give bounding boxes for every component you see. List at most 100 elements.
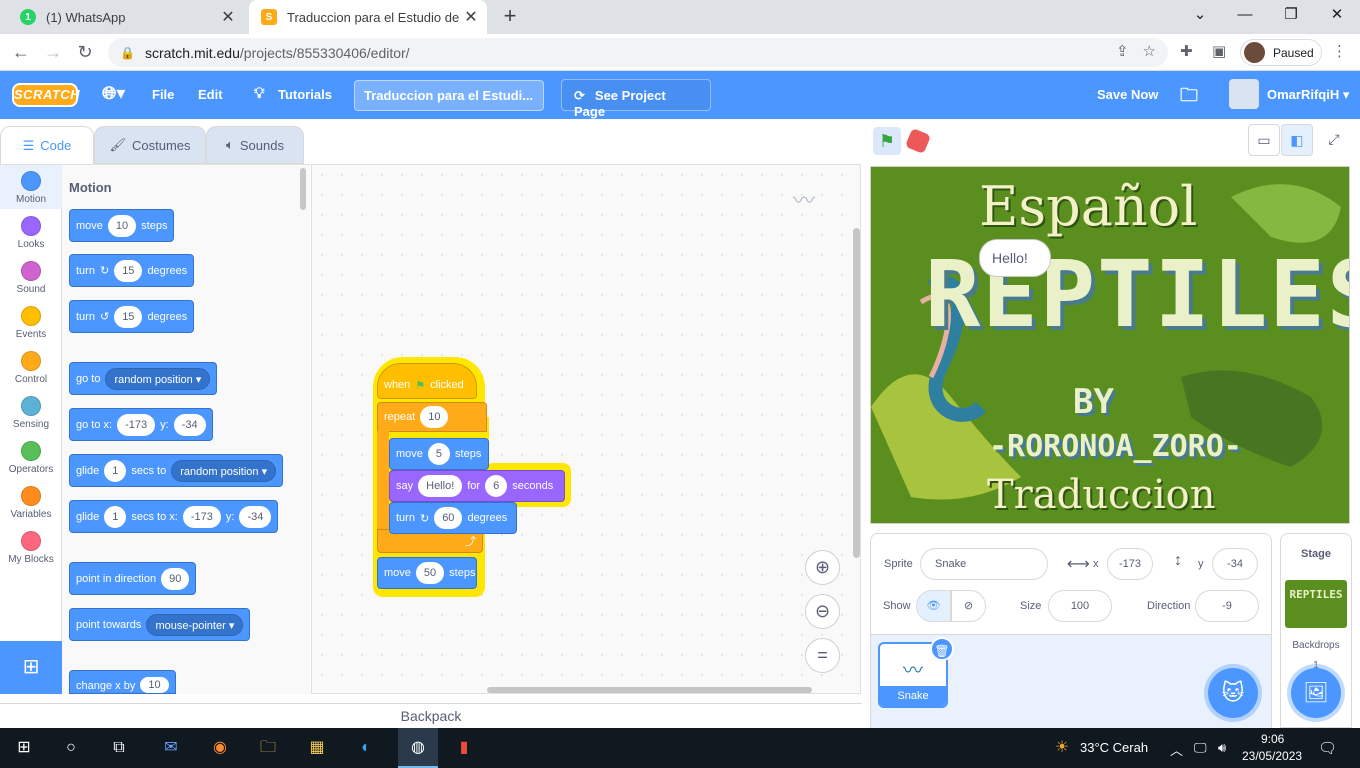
block-go-to-xy[interactable]: go to x: -173 y: -34 — [69, 408, 213, 441]
forward-button[interactable]: → — [40, 40, 66, 66]
side-panel-icon[interactable]: ▣ — [1212, 42, 1226, 60]
block-say-for-secs[interactable]: say Hello! for 6 seconds — [389, 470, 565, 502]
message-input[interactable]: Hello! — [418, 475, 463, 497]
category-sound[interactable]: Sound — [0, 261, 62, 295]
backpack[interactable]: Backpack — [0, 703, 862, 728]
edge-icon[interactable]: ◐ — [354, 736, 378, 760]
block-move-steps[interactable]: move 50 steps — [377, 557, 477, 589]
normal-stage-icon[interactable]: ◧ — [1281, 124, 1313, 156]
block-change-x[interactable]: change x by 10 — [69, 670, 176, 694]
tray-chevron-icon[interactable]: ︿ — [1170, 740, 1183, 759]
minimize-button[interactable]: — — [1222, 0, 1268, 34]
share-icon[interactable]: ⇪ — [1116, 42, 1129, 60]
category-sensing[interactable]: Sensing — [0, 396, 62, 430]
steps-input[interactable]: 50 — [415, 562, 445, 584]
repeat-count-input[interactable]: 10 — [420, 406, 449, 428]
project-title-input[interactable]: Traduccion para el Estudi... — [354, 80, 544, 111]
stage-canvas[interactable]: Español REPTILES BY -RORONOA_ZORO- Tradu… — [870, 166, 1350, 524]
block-point-in-direction[interactable]: point in direction 90 — [69, 562, 197, 595]
secs-input[interactable]: 6 — [485, 475, 508, 497]
choose-sprite-cat-icon[interactable]: 🐱︎ — [1208, 668, 1258, 718]
zoom-out-button[interactable]: ⊖ — [805, 594, 840, 629]
tab-search-icon[interactable]: ⌄ — [1177, 0, 1223, 34]
reload-button[interactable]: ↻ — [72, 40, 98, 66]
target-dropdown[interactable]: random position ▾ — [171, 459, 277, 482]
windows-start-icon[interactable]: ⊞ — [12, 736, 36, 760]
menu-file[interactable]: File — [152, 87, 174, 102]
tab-scratch[interactable]: S Traduccion para el Estudio de Re ✕ — [249, 0, 487, 34]
office-icon[interactable]: ▮ — [452, 736, 476, 760]
category-control[interactable]: Control — [0, 351, 62, 385]
stop-button[interactable] — [904, 127, 932, 155]
stage-thumbnail[interactable]: REPTILES — [1285, 580, 1347, 628]
address-bar[interactable]: 🔒 scratch.mit.edu/projects/855330406/edi… — [108, 38, 1168, 67]
small-stage-icon[interactable]: ▭ — [1248, 124, 1280, 156]
network-icon[interactable]: 🖵︎ — [1194, 740, 1207, 756]
category-motion[interactable]: Motion — [0, 165, 62, 209]
steps-input[interactable]: 5 — [427, 443, 451, 465]
block-when-flag-clicked[interactable]: when ⚑ clicked — [377, 363, 477, 399]
secs-input[interactable]: 1 — [104, 459, 127, 482]
category-looks[interactable]: Looks — [0, 216, 62, 250]
category-variables[interactable]: Variables — [0, 486, 62, 520]
script-horizontal-scrollbar[interactable] — [487, 687, 812, 693]
search-circle-icon[interactable]: ○ — [59, 736, 83, 760]
username-menu[interactable]: OmarRifqiH ▾ — [1267, 87, 1349, 103]
language-globe-icon[interactable]: 🌐︎▾ — [102, 83, 125, 104]
clock-time[interactable]: 9:06 — [1261, 732, 1284, 746]
x-input[interactable]: -173 — [117, 413, 156, 436]
scratch-logo[interactable]: SCRATCH — [12, 83, 80, 107]
menu-edit[interactable]: Edit — [198, 87, 223, 102]
my-stuff-folder-icon[interactable]: 🗀 — [1180, 83, 1198, 113]
direction-input[interactable]: 90 — [161, 567, 190, 590]
save-now-button[interactable]: Save Now — [1097, 87, 1158, 102]
clock-date[interactable]: 23/05/2023 — [1242, 749, 1302, 763]
tab-code[interactable]: ☰ Code — [0, 126, 94, 164]
degrees-input[interactable]: 15 — [114, 259, 143, 282]
script-stack[interactable]: when ⚑ clicked repeat 10 ⤴ move 5 steps say He… — [373, 357, 571, 597]
block-turn-left[interactable]: turn ↺ 15 degrees — [69, 300, 195, 333]
degrees-input[interactable]: 15 — [114, 305, 143, 328]
block-turn-right[interactable]: turn ↻ 60 degrees — [389, 502, 517, 534]
block-go-to[interactable]: go to random position ▾ — [69, 362, 218, 395]
y-input[interactable]: -34 — [173, 413, 206, 436]
tab-sounds[interactable]: 🔈︎ Sounds — [206, 126, 304, 164]
notifications-icon[interactable]: 🗨︎ — [1318, 739, 1337, 757]
script-vertical-scrollbar[interactable] — [853, 228, 860, 558]
weather-text[interactable]: 33°C Cerah — [1080, 740, 1148, 755]
secs-input[interactable]: 1 — [104, 505, 127, 528]
zoom-reset-button[interactable]: = — [805, 638, 840, 673]
block-move-steps[interactable]: move 10 steps — [69, 209, 175, 242]
store-icon[interactable]: ▦ — [305, 736, 329, 760]
block-turn-right[interactable]: turn ↻ 15 degrees — [69, 254, 195, 287]
back-button[interactable]: ← — [8, 40, 34, 66]
dx-input[interactable]: 10 — [140, 677, 169, 693]
zoom-in-button[interactable]: ⊕ — [805, 550, 840, 585]
add-extension-button[interactable]: ⊞ — [0, 641, 62, 694]
chrome-icon[interactable]: ◍ — [398, 728, 438, 768]
window-close-button[interactable]: ✕ — [1314, 0, 1360, 34]
target-dropdown[interactable]: random position ▾ — [105, 367, 211, 390]
tab-costumes[interactable]: 🖌︎ Costumes — [94, 126, 206, 164]
fullscreen-icon[interactable]: ⤢ — [1318, 124, 1350, 156]
restore-button[interactable]: ❐ — [1268, 0, 1314, 34]
close-icon[interactable]: ✕ — [218, 7, 238, 27]
x-input[interactable]: -173 — [182, 505, 221, 528]
extensions-icon[interactable]: ✚ — [1180, 42, 1193, 60]
bookmark-star-icon[interactable]: ☆ — [1143, 42, 1156, 60]
palette-scrollbar[interactable] — [300, 168, 306, 210]
degrees-input[interactable]: 60 — [434, 507, 463, 529]
target-dropdown[interactable]: mouse-pointer ▾ — [146, 613, 244, 636]
y-input[interactable]: -34 — [1212, 548, 1258, 580]
block-point-towards[interactable]: point towards mouse-pointer ▾ — [69, 608, 251, 641]
menu-tutorials[interactable]: Tutorials — [278, 87, 332, 102]
green-flag-button[interactable]: ⚑ — [873, 127, 901, 155]
see-project-page-button[interactable]: ⟳ See Project Page — [561, 79, 711, 119]
size-input[interactable]: 100 — [1048, 590, 1112, 622]
sprite-name-input[interactable]: Snake — [920, 548, 1048, 580]
block-repeat[interactable]: repeat 10 — [377, 402, 487, 432]
show-hidden-eye-icon[interactable]: ⊘ — [951, 590, 986, 622]
file-explorer-icon[interactable]: 🗀 — [256, 736, 280, 760]
user-avatar[interactable] — [1229, 79, 1259, 109]
choose-backdrop-image-icon[interactable]: 🖼︎ — [1291, 668, 1341, 718]
